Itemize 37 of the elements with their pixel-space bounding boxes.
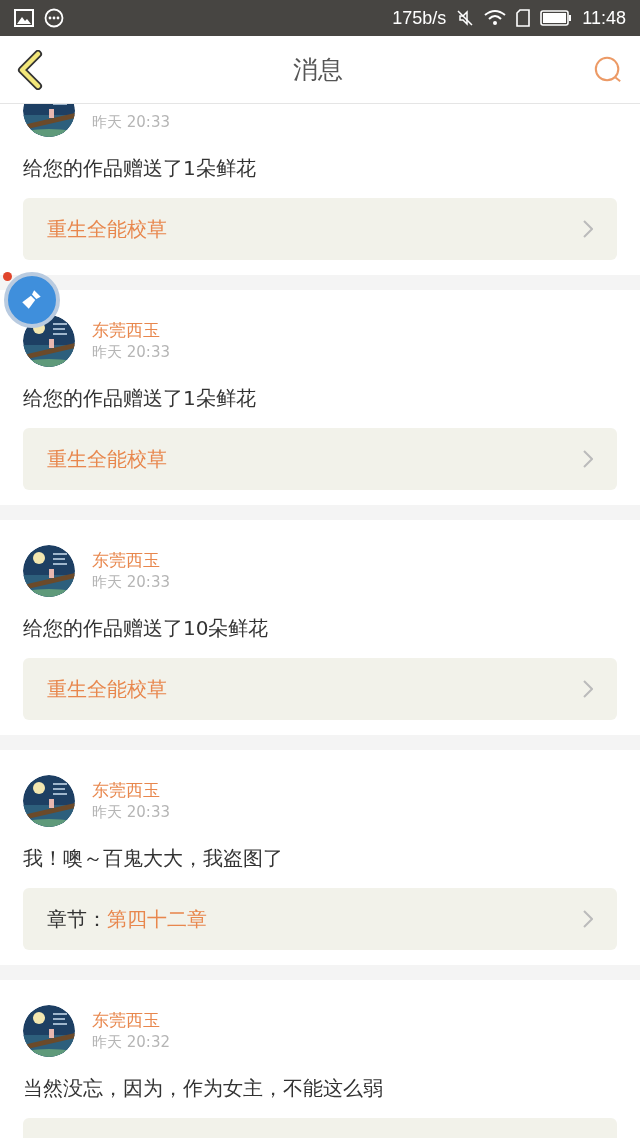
page-title: 消息 bbox=[293, 53, 343, 86]
work-title: 重生全能校草 bbox=[47, 216, 167, 243]
sender-name[interactable]: 东莞西玉 bbox=[92, 779, 170, 801]
chevron-right-icon bbox=[583, 910, 593, 928]
clock: 11:48 bbox=[582, 6, 626, 30]
sender-name[interactable]: 东莞西玉 bbox=[92, 549, 170, 571]
wifi-icon bbox=[484, 9, 507, 27]
link-card[interactable]: 重生全能校草 bbox=[23, 428, 617, 490]
more-icon bbox=[44, 8, 64, 28]
message-text: 当然没忘，因为，作为女主，不能这么弱 bbox=[23, 1075, 384, 1101]
work-title: 重生全能校草 bbox=[47, 676, 167, 703]
chapter-title: 第四十二章 bbox=[107, 906, 207, 933]
chevron-right-icon bbox=[583, 220, 593, 238]
message-time: 昨天 20:33 bbox=[92, 802, 170, 823]
sender-name[interactable]: 东莞西玉 bbox=[92, 319, 170, 341]
link-card[interactable]: 重生全能校草 bbox=[23, 198, 617, 260]
mute-icon bbox=[456, 9, 475, 27]
message-text: 给您的作品赠送了10朵鲜花 bbox=[23, 615, 270, 641]
message-time: 昨天 20:33 bbox=[92, 572, 170, 593]
message-text: 我！噢～百鬼大大，我盗图了 bbox=[23, 845, 284, 871]
sim-card-icon bbox=[516, 9, 531, 27]
battery-icon bbox=[540, 10, 573, 26]
chevron-right-icon bbox=[583, 450, 593, 468]
chevron-right-icon bbox=[583, 680, 593, 698]
message-time: 昨天 20:33 bbox=[92, 342, 170, 363]
image-icon bbox=[14, 9, 34, 27]
link-card[interactable]: 重生全能校草 bbox=[23, 658, 617, 720]
sender-name[interactable]: 东莞西玉 bbox=[92, 1009, 170, 1031]
work-title: 重生全能校草 bbox=[47, 446, 167, 473]
back-button[interactable] bbox=[16, 49, 44, 90]
network-speed: 175b/s bbox=[392, 6, 447, 30]
link-card[interactable]: 章节：第四十二章 bbox=[23, 888, 617, 950]
message-text: 给您的作品赠送了1朵鲜花 bbox=[23, 155, 257, 181]
message-text: 给您的作品赠送了1朵鲜花 bbox=[23, 385, 257, 411]
message-time: 昨天 20:32 bbox=[92, 1032, 170, 1053]
message-time: 昨天 20:33 bbox=[92, 112, 170, 133]
chapter-label: 章节： bbox=[47, 906, 107, 933]
